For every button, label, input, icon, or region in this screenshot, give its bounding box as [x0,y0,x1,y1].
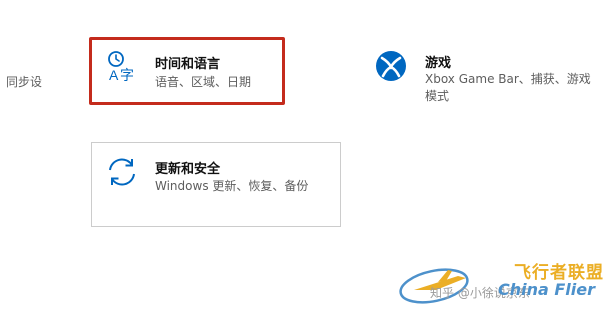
time-language-tile[interactable]: A 字 时间和语言 语音、区域、日期 [89,37,285,105]
xbox-icon [373,48,409,84]
gaming-tile[interactable]: 游戏 Xbox Game Bar、捕获、游戏模式 [362,37,604,105]
update-security-tile[interactable]: 更新和安全 Windows 更新、恢复、备份 [91,142,341,227]
svg-text:字: 字 [120,68,134,84]
sync-arrows-icon [104,154,140,190]
tile-title: 更新和安全 [155,162,221,177]
settings-category-label-partial[interactable]: 同步设 [6,73,42,90]
tile-title: 时间和语言 [155,57,221,72]
tile-title: 游戏 [425,56,452,71]
watermark-brand-en: China Flier [498,280,596,299]
tile-description: 语音、区域、日期 [155,75,252,89]
watermark: 飞行者联盟 知乎 @小徐说京东 China Flier [396,256,604,314]
tile-description: Xbox Game Bar、捕获、游戏模式 [425,72,591,103]
tile-description: Windows 更新、恢复、备份 [155,179,309,193]
svg-text:A: A [109,67,119,83]
time-language-icon: A 字 [105,49,141,85]
